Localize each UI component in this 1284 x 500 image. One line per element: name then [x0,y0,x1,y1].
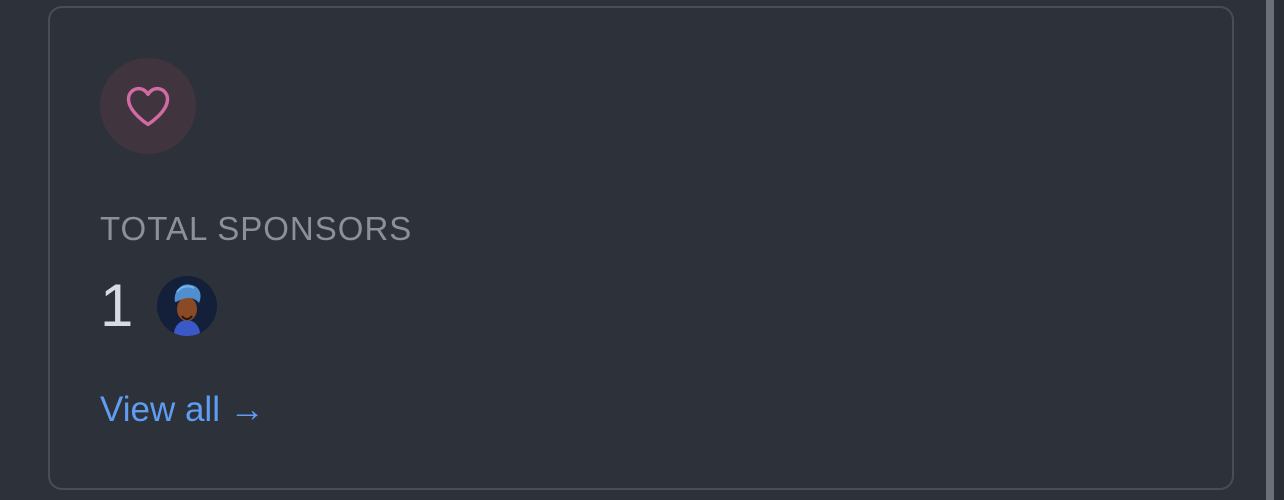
sponsor-count: 1 [100,272,134,339]
sponsor-avatar[interactable] [157,276,218,336]
heart-icon-badge [100,58,196,154]
scrollbar-track[interactable] [1266,0,1284,500]
total-sponsors-label: TOTAL SPONSORS [100,210,413,247]
sponsor-count-row: 1 [100,272,218,339]
scrollbar-thumb[interactable] [1266,0,1274,500]
view-all-link[interactable]: View all → [100,390,265,430]
sponsors-card: TOTAL SPONSORS 1 View all → [48,6,1234,490]
heart-icon [126,86,170,127]
page: TOTAL SPONSORS 1 View all → [0,0,1284,500]
